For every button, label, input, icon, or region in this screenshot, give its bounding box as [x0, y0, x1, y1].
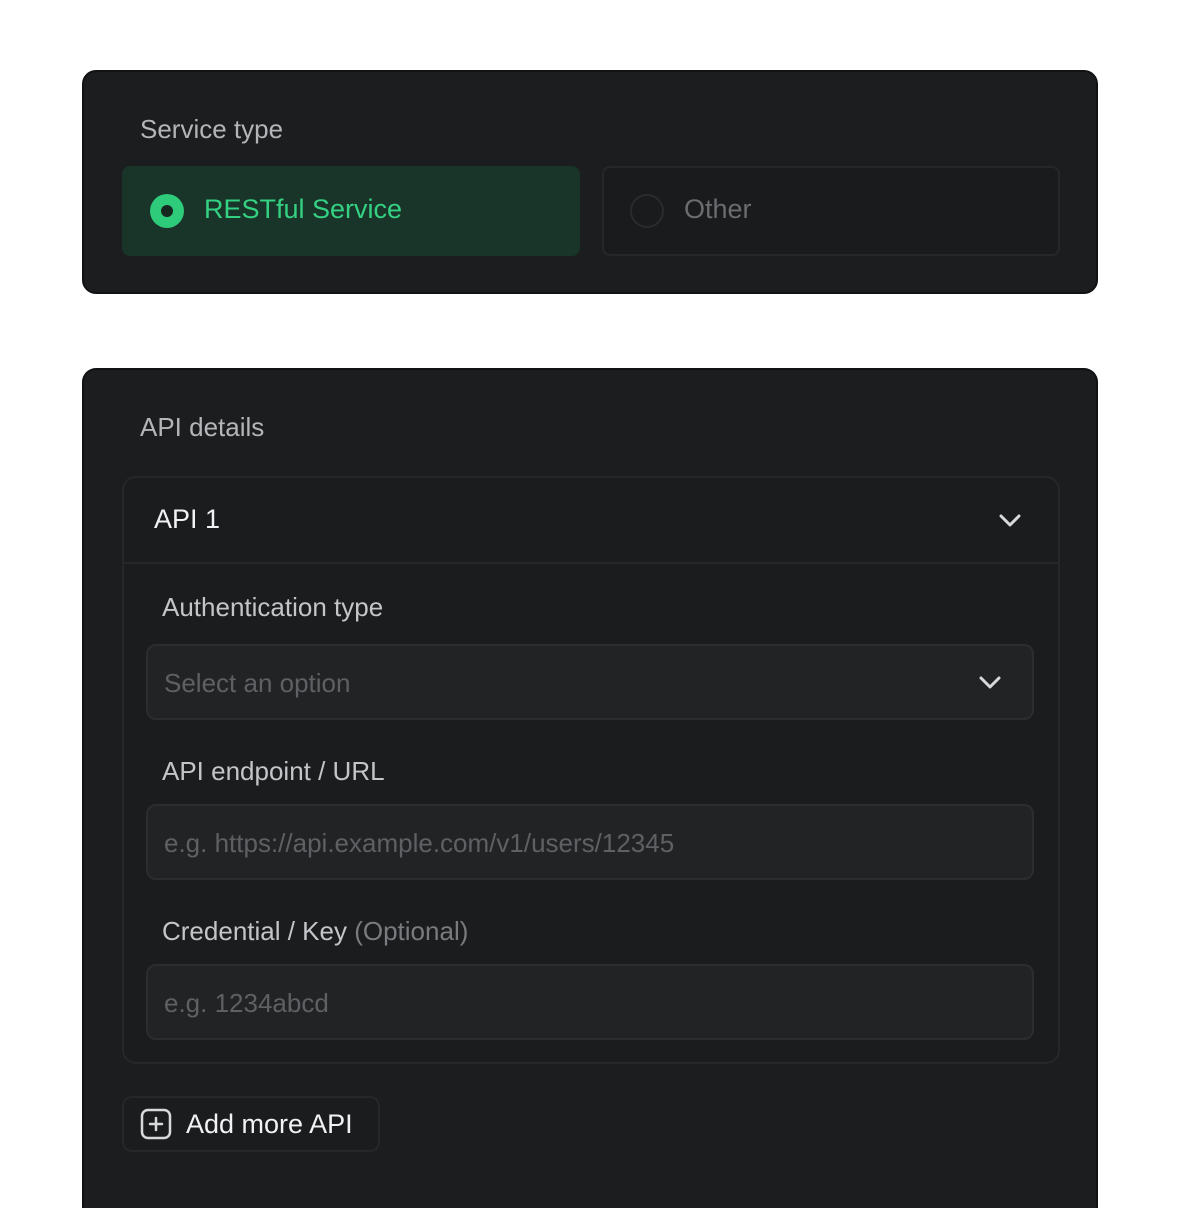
add-more-api-button[interactable]: Add more API [122, 1096, 380, 1152]
service-option-restful[interactable]: RESTful Service [122, 166, 580, 256]
service-option-label: RESTful Service [204, 194, 403, 224]
service-option-other[interactable]: Other [602, 166, 1060, 256]
credential-placeholder: e.g. 1234abcd [164, 988, 329, 1018]
api-endpoint-placeholder: e.g. https://api.example.com/v1/users/12… [164, 828, 675, 858]
radio-unselected-icon[interactable] [630, 194, 664, 228]
service-type-title: Service type [140, 114, 284, 144]
auth-type-select[interactable]: Select an option [146, 644, 1034, 720]
auth-type-label: Authentication type [162, 592, 384, 622]
credential-input[interactable]: e.g. 1234abcd [146, 964, 1034, 1040]
radio-selected-icon[interactable] [150, 194, 184, 228]
api-endpoint-label: API endpoint / URL [162, 756, 385, 786]
chevron-down-icon [979, 676, 1001, 689]
chevron-down-icon[interactable] [996, 506, 1024, 534]
service-type-card: Service type RESTful Service Other [82, 70, 1098, 294]
api-endpoint-input[interactable]: e.g. https://api.example.com/v1/users/12… [146, 804, 1034, 880]
optional-tag: (Optional) [354, 916, 469, 946]
auth-type-placeholder: Select an option [164, 668, 351, 698]
credential-label: Credential / Key (Optional) [162, 918, 468, 944]
api-details-card: API details API 1 Authentication type Se… [82, 368, 1098, 1208]
plus-square-icon [140, 1108, 172, 1140]
credential-label-text: Credential / Key [162, 916, 347, 946]
service-option-label: Other [684, 194, 752, 224]
api-accordion-header[interactable]: API 1 [124, 478, 1058, 564]
add-more-api-label: Add more API [186, 1109, 353, 1139]
api-details-title: API details [140, 412, 265, 442]
api-title: API 1 [154, 504, 221, 534]
api-accordion: API 1 Authentication type Select an opti… [122, 476, 1060, 1064]
